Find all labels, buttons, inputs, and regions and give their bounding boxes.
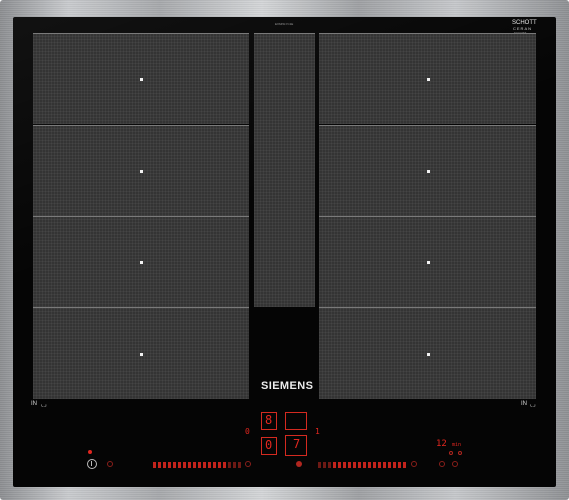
center-strip-zone[interactable] [254, 33, 315, 307]
zone-center-mark [426, 170, 430, 173]
right-zone-4[interactable] [319, 307, 536, 399]
display-left-mark: 0 [245, 427, 250, 436]
right-zone-1[interactable] [319, 33, 536, 124]
zone-center-mark [426, 78, 430, 81]
right-zone-select-icon[interactable] [439, 461, 445, 467]
timer-icon[interactable] [452, 461, 458, 467]
left-slider-end-icon[interactable] [245, 461, 251, 467]
zone-center-mark [140, 78, 143, 81]
left-zone-1[interactable] [33, 33, 249, 124]
display-right-mark: 1 [315, 427, 320, 436]
right-zone-2[interactable] [319, 125, 536, 216]
left-zone-2[interactable] [33, 125, 249, 216]
left-zone-select-icon[interactable] [107, 461, 113, 467]
timer-minus-icon[interactable] [449, 451, 453, 455]
timer-value: 12 [436, 439, 447, 449]
left-zone-3[interactable] [33, 216, 249, 307]
zone-center-mark [426, 261, 430, 264]
flex-zone-right-icon: ⌞⌟ [530, 402, 536, 408]
zone-center-mark [140, 170, 143, 173]
flex-label-right: IN [521, 401, 527, 407]
center-control-icon[interactable] [296, 461, 302, 467]
left-power-slider[interactable] [153, 462, 241, 468]
power-icon[interactable] [87, 459, 97, 469]
flex-label-left: IN [31, 401, 37, 407]
display-left-digit: 0 [265, 438, 273, 452]
model-label: EX645LYC1E [275, 22, 294, 26]
display-right-digit: 7 [293, 437, 301, 451]
timer-unit: min [452, 442, 462, 448]
zone-center-mark [140, 352, 143, 356]
zone-center-mark [426, 352, 430, 356]
right-power-slider[interactable] [318, 462, 406, 468]
power-indicator-light [88, 450, 92, 454]
right-slider-end-icon[interactable] [411, 461, 417, 467]
left-zone-4[interactable] [33, 307, 249, 399]
display-top-right-box [285, 412, 307, 430]
display-top-digit: 8 [265, 413, 273, 427]
flex-zone-left-icon: ⌞⌟ [41, 402, 47, 408]
right-zone-3[interactable] [319, 216, 536, 307]
ceramic-glass-surface: EX645LYC1E SCHOTT CERAN SCHOTT SIEMENS I… [13, 17, 556, 487]
timer-plus-icon[interactable] [458, 451, 462, 455]
zone-center-mark [140, 261, 143, 264]
siemens-logo: SIEMENS [261, 380, 314, 392]
